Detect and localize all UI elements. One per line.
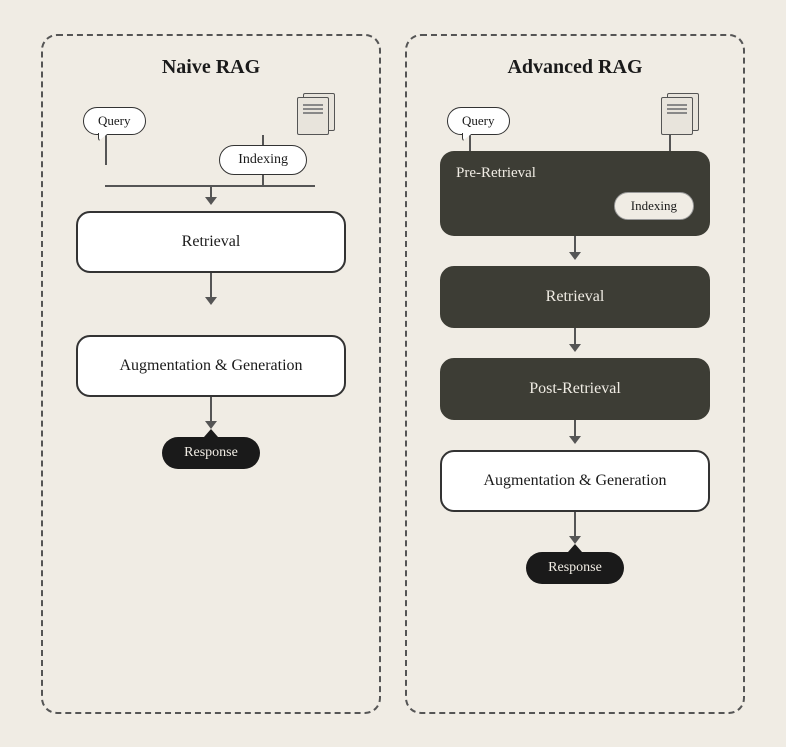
adv-post-retrieval-box: Post-Retrieval bbox=[440, 358, 710, 420]
adv-response-bubble: Response bbox=[526, 552, 624, 584]
adv-post-ret-line bbox=[574, 420, 576, 436]
adv-pre-ret-line bbox=[574, 236, 576, 252]
advanced-rag-title: Advanced RAG bbox=[507, 56, 642, 79]
main-container: Naive RAG Query Indexi bbox=[17, 10, 769, 738]
adv-pre-retrieval-box: Pre-Retrieval Indexing bbox=[440, 151, 710, 236]
naive-indexing-line-down bbox=[262, 175, 264, 185]
adv-retrieval-box: Retrieval bbox=[440, 266, 710, 328]
naive-docs-col bbox=[297, 97, 329, 135]
naive-docs-line-1 bbox=[262, 135, 264, 145]
naive-arrow-1 bbox=[205, 197, 217, 205]
adv-query-col: Query bbox=[447, 99, 510, 135]
adv-doc-page-front bbox=[661, 97, 693, 135]
naive-indexing-box: Indexing bbox=[219, 145, 307, 175]
adv-arrow-2 bbox=[569, 344, 581, 352]
naive-retrieval-line bbox=[210, 273, 212, 297]
adv-ret-line bbox=[574, 328, 576, 344]
naive-rag-title: Naive RAG bbox=[162, 56, 260, 79]
adv-query-line-1 bbox=[469, 135, 471, 151]
adv-aug-line bbox=[574, 512, 576, 536]
advanced-rag-panel: Advanced RAG Query Pre-Retrie bbox=[405, 34, 745, 714]
adv-arrow-3 bbox=[569, 436, 581, 444]
adv-query-bubble: Query bbox=[447, 107, 510, 135]
adv-docs-icon bbox=[661, 97, 693, 135]
naive-query-col: Query bbox=[83, 99, 146, 135]
naive-query-line-1 bbox=[105, 135, 107, 165]
naive-rag-panel: Naive RAG Query Indexi bbox=[41, 34, 381, 714]
adv-aug-gen-box: Augmentation & Generation bbox=[440, 450, 710, 512]
naive-arrow-2 bbox=[205, 297, 217, 305]
naive-merge-line bbox=[210, 187, 212, 197]
adv-pre-retrieval-label: Pre-Retrieval bbox=[456, 165, 694, 182]
adv-docs-col bbox=[661, 97, 693, 135]
adv-docs-line-1 bbox=[669, 135, 671, 151]
doc-page-front bbox=[297, 97, 329, 135]
adv-indexing-box: Indexing bbox=[614, 192, 694, 220]
naive-arrow-3 bbox=[205, 421, 217, 429]
adv-pre-retrieval-inner: Indexing bbox=[456, 192, 694, 220]
naive-response-bubble: Response bbox=[162, 437, 260, 469]
naive-retrieval-box: Retrieval bbox=[76, 211, 346, 273]
naive-docs-icon bbox=[297, 97, 329, 135]
naive-aug-gen-box: Augmentation & Generation bbox=[76, 335, 346, 397]
naive-aug-line bbox=[210, 397, 212, 421]
adv-arrow-4 bbox=[569, 536, 581, 544]
naive-query-bubble: Query bbox=[83, 107, 146, 135]
naive-gap bbox=[210, 305, 212, 335]
adv-arrow-1 bbox=[569, 252, 581, 260]
